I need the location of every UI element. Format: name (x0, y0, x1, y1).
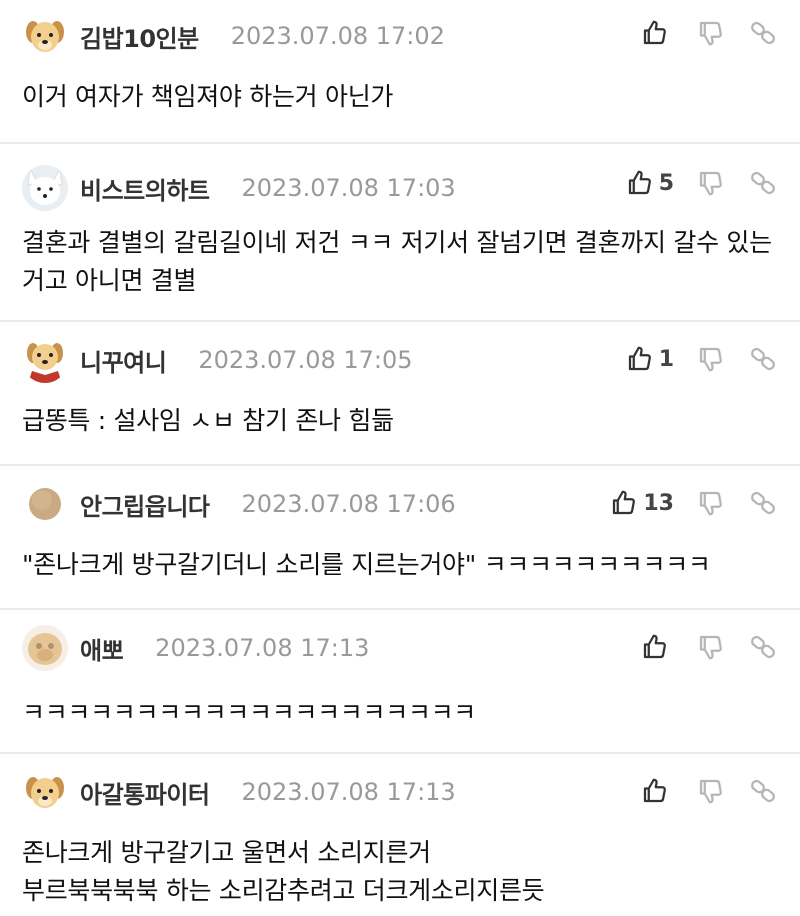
comment-actions: 5 (603, 168, 778, 198)
comment-header: 비스트의하트 2023.07.08 17:03 (22, 165, 456, 211)
like-count: 1 (658, 346, 674, 372)
thumbs-up-icon (613, 490, 636, 515)
comment-item: 애뽀 2023.07.08 17:13 ㅋㅋㅋㅋㅋㅋㅋㅋㅋㅋㅋㅋㅋㅋㅋㅋㅋㅋㅋㅋ (0, 610, 800, 754)
thumbs-down-icon (699, 347, 722, 372)
thumbs-down-icon (699, 779, 722, 804)
dislike-button[interactable] (696, 168, 726, 198)
comment-text: "존나크게 방구갈기더니 소리를 지르는거야" ㅋㅋㅋㅋㅋㅋㅋㅋㅋㅋ (22, 550, 711, 579)
like-button[interactable]: 5 (625, 168, 674, 198)
comment-text: ㅋㅋㅋㅋㅋㅋㅋㅋㅋㅋㅋㅋㅋㅋㅋㅋㅋㅋㅋㅋ (22, 698, 477, 727)
like-button[interactable] (640, 776, 674, 806)
thumbs-up-icon (628, 170, 651, 195)
like-button[interactable] (640, 632, 674, 662)
share-link-button[interactable] (748, 168, 778, 198)
share-link-button[interactable] (748, 632, 778, 662)
link-icon (751, 347, 775, 371)
like-button[interactable] (640, 18, 674, 48)
comment-date: 2023.07.08 17:06 (241, 490, 456, 518)
like-count: 13 (643, 490, 674, 516)
link-icon (751, 171, 775, 195)
comment-item: 비스트의하트 2023.07.08 17:03 5 결혼과 결별의 갈림길이네 … (0, 144, 800, 322)
dislike-button[interactable] (696, 488, 726, 518)
avatar[interactable] (22, 337, 68, 383)
thumbs-down-icon (699, 171, 722, 196)
link-icon (751, 491, 775, 515)
thumbs-up-icon (643, 20, 666, 45)
comment-header: 아갈통파이터 2023.07.08 17:13 (22, 769, 456, 815)
thumbs-down-icon (699, 635, 722, 660)
comment-date: 2023.07.08 17:02 (230, 22, 445, 50)
comment-item: 아갈통파이터 2023.07.08 17:13 존나크게 방구갈기고 울면서 소… (0, 754, 800, 916)
avatar[interactable] (22, 769, 68, 815)
comment-item: 김밥10인분 2023.07.08 17:02 이거 여자가 책임져야 하는거 … (0, 0, 800, 144)
thumbs-up-icon (628, 346, 651, 371)
thumbs-up-icon (643, 778, 666, 803)
share-link-button[interactable] (748, 344, 778, 374)
link-icon (751, 635, 775, 659)
comment-date: 2023.07.08 17:13 (155, 634, 370, 662)
comment-header: 애뽀 2023.07.08 17:13 (22, 625, 370, 671)
like-button[interactable]: 1 (625, 344, 674, 374)
dislike-button[interactable] (696, 18, 726, 48)
comment-nickname[interactable]: 애뽀 (80, 631, 124, 666)
comment-actions (618, 776, 778, 806)
comment-text: 존나크게 방구갈기고 울면서 소리지른거 부르북북북북 하는 소리감추려고 더크… (22, 838, 545, 905)
comment-item: 니꾸여니 2023.07.08 17:05 1 급똥특 : 설사임 ㅅㅂ 참기 … (0, 322, 800, 466)
comment-nickname[interactable]: 비스트의하트 (80, 171, 210, 206)
comment-date: 2023.07.08 17:03 (241, 174, 456, 202)
avatar[interactable] (22, 165, 68, 211)
dislike-button[interactable] (696, 776, 726, 806)
thumbs-down-icon (699, 491, 722, 516)
dislike-button[interactable] (696, 632, 726, 662)
comment-actions (618, 632, 778, 662)
comment-text: 급똥특 : 설사임 ㅅㅂ 참기 존나 힘듦 (22, 406, 394, 435)
comment-nickname[interactable]: 니꾸여니 (80, 343, 167, 378)
link-icon (751, 779, 775, 803)
thumbs-up-icon (643, 634, 666, 659)
comment-nickname[interactable]: 김밥10인분 (80, 19, 199, 54)
thumbs-down-icon (699, 21, 722, 46)
like-count: 5 (658, 170, 674, 196)
share-link-button[interactable] (748, 488, 778, 518)
comment-actions: 13 (587, 488, 778, 518)
comment-header: 니꾸여니 2023.07.08 17:05 (22, 337, 413, 383)
avatar[interactable] (22, 481, 68, 527)
avatar[interactable] (22, 625, 68, 671)
comment-date: 2023.07.08 17:05 (198, 346, 413, 374)
comment-header: 김밥10인분 2023.07.08 17:02 (22, 13, 445, 59)
link-icon (751, 21, 775, 45)
share-link-button[interactable] (748, 776, 778, 806)
comment-nickname[interactable]: 안그립읍니다 (80, 487, 210, 522)
comment-header: 안그립읍니다 2023.07.08 17:06 (22, 481, 456, 527)
like-button[interactable]: 13 (609, 488, 674, 518)
comment-actions: 1 (603, 344, 778, 374)
share-link-button[interactable] (748, 18, 778, 48)
comment-text: 이거 여자가 책임져야 하는거 아닌가 (22, 82, 394, 111)
comment-nickname[interactable]: 아갈통파이터 (80, 775, 210, 810)
avatar[interactable] (22, 13, 68, 59)
comment-text: 결혼과 결별의 갈림길이네 저건 ㅋㅋ 저기서 잘넘기면 결혼까지 갈수 있는거… (22, 228, 772, 295)
dislike-button[interactable] (696, 344, 726, 374)
comment-actions (618, 18, 778, 48)
comment-item: 안그립읍니다 2023.07.08 17:06 13 "존나크게 방구갈기더니 … (0, 466, 800, 610)
comment-date: 2023.07.08 17:13 (241, 778, 456, 806)
